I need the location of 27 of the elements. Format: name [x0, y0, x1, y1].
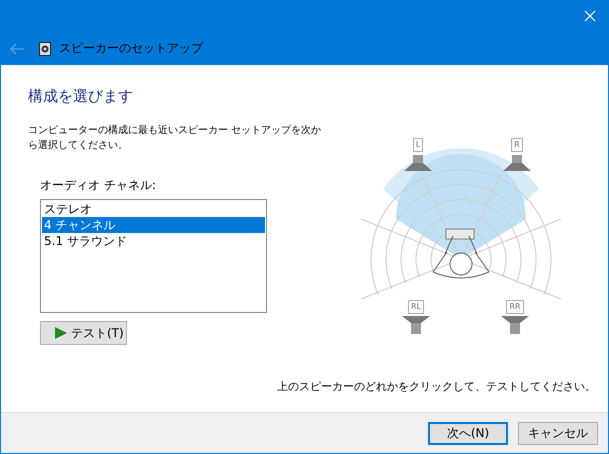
page-heading: 構成を選びます — [28, 87, 134, 106]
speaker-icon — [404, 155, 432, 173]
test-button[interactable]: テスト(T) — [40, 321, 127, 345]
channel-list[interactable]: ステレオ 4 チャンネル 5.1 サラウンド — [40, 199, 267, 313]
play-icon — [55, 327, 67, 339]
speaker-label: R — [511, 138, 523, 152]
channel-label: オーディオ チャネル: — [40, 177, 157, 194]
channel-item[interactable]: 4 チャンネル — [42, 217, 265, 233]
speaker-icon — [501, 316, 529, 334]
cancel-button[interactable]: キャンセル — [518, 422, 598, 444]
speaker-button[interactable]: RR — [501, 300, 529, 334]
instruction-text: 上のスピーカーのどれかをクリックして、テストしてください。 — [277, 379, 596, 394]
channel-item[interactable]: 5.1 サラウンド — [42, 233, 265, 249]
close-icon[interactable] — [584, 10, 596, 22]
next-button[interactable]: 次へ(N) — [428, 422, 508, 444]
channel-item[interactable]: ステレオ — [42, 201, 265, 217]
speaker-button[interactable]: R — [503, 138, 531, 173]
speaker-button[interactable]: RL — [402, 300, 430, 334]
speaker-icon — [503, 155, 531, 173]
speaker-icon — [39, 42, 51, 56]
speaker-label: RR — [506, 300, 524, 314]
speaker-icon — [402, 316, 430, 334]
speaker-label: RL — [408, 300, 424, 314]
description-text: コンピューターの構成に最も近いスピーカー セットアップを次から選択してください。 — [28, 124, 322, 153]
speaker-button[interactable]: L — [404, 138, 432, 173]
window-title: スピーカーのセットアップ — [59, 40, 203, 57]
speaker-label: L — [412, 138, 424, 152]
